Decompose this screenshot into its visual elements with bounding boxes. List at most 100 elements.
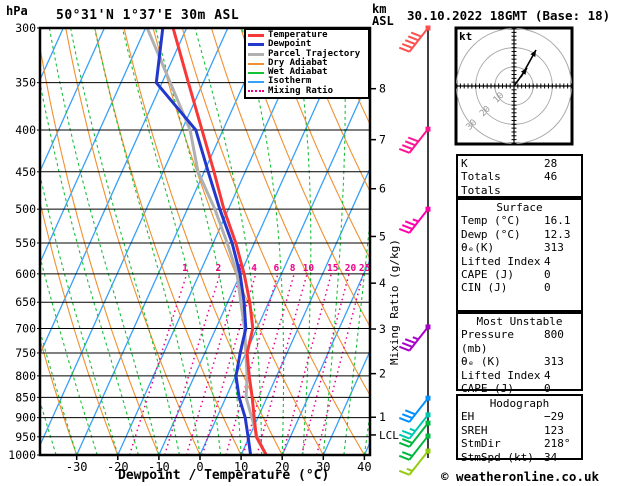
wind-barb-feather bbox=[401, 438, 413, 444]
wind-barb bbox=[398, 324, 431, 352]
datetime-title: 30.10.2022 18GMT (Base: 18) bbox=[407, 8, 611, 23]
wind-barb-feather bbox=[398, 147, 410, 154]
stat-label: Lifted Index bbox=[461, 254, 541, 268]
surface-row-temp: Temp (°C) 16.1 bbox=[461, 214, 578, 227]
hodograph-stats-panel: Hodograph EH −29 SREH 123 StmDir 218° StmSp… bbox=[456, 394, 583, 464]
stability-indices-panel: K28 Totals Totals46 PW (cm)2.67 bbox=[456, 154, 583, 210]
stat-label: SREH bbox=[461, 423, 488, 437]
mixing-ratio-value-label: 2 bbox=[216, 263, 222, 274]
pressure-tick-label: 900 bbox=[15, 411, 36, 425]
most-unstable-title: Most Unstable bbox=[476, 315, 563, 328]
dry-adiabat-line bbox=[40, 337, 78, 455]
wet-adiabat-line bbox=[90, 28, 201, 455]
km-tick-label: 8 bbox=[379, 82, 386, 96]
wind-barb-feather bbox=[398, 433, 410, 440]
stat-value: 4 bbox=[544, 368, 551, 382]
wind-barb-feather bbox=[407, 136, 419, 143]
surface-panel-title: Surface bbox=[496, 201, 543, 214]
mixing-ratio-value-label: 8 bbox=[290, 263, 296, 274]
lcl-label: LCL bbox=[379, 429, 399, 442]
stat-value: 0 bbox=[544, 281, 551, 295]
wind-barb-feather bbox=[401, 144, 413, 150]
surface-row-cape: CAPE (J) 0 bbox=[461, 268, 578, 281]
wind-barb-feather bbox=[410, 31, 422, 38]
mixing-ratio-axis-title: Mixing Ratio (g/kg) bbox=[388, 239, 401, 365]
wind-barb-feather bbox=[398, 227, 410, 234]
surface-row-li: Lifted Index 4 bbox=[461, 255, 578, 268]
wind-barb-feather bbox=[398, 46, 410, 53]
stat-value: 28 bbox=[544, 157, 558, 170]
km-tick-label: 6 bbox=[379, 182, 386, 196]
pressure-tick-label: 350 bbox=[15, 76, 36, 90]
stat-value: 123 bbox=[544, 423, 564, 437]
asl-axis-unit: ASL bbox=[372, 14, 394, 28]
wind-barb-feather bbox=[401, 413, 413, 420]
most-unstable-panel: Most Unstable Pressure (mb) 800 θₑ (K) 313… bbox=[456, 312, 583, 408]
stat-label: θₑ(K) bbox=[461, 241, 495, 255]
surface-row-dewp: Dewp (°C) 12.3 bbox=[461, 228, 578, 241]
wind-barb-feather bbox=[401, 224, 413, 231]
pressure-tick-label: 400 bbox=[15, 123, 36, 137]
pressure-tick-label: 700 bbox=[15, 322, 36, 336]
hodo-row-stmspd: StmSpd (kt) 34 bbox=[461, 451, 578, 464]
hodo-row-stmdir: StmDir 218° bbox=[461, 437, 578, 450]
wind-barb-feather bbox=[404, 39, 416, 46]
wet-adiabat-line bbox=[40, 80, 139, 455]
wind-barb-feather bbox=[404, 338, 416, 345]
hodograph-stats-title: Hodograph bbox=[489, 397, 550, 410]
stat-label: Totals Totals bbox=[461, 170, 501, 197]
mixing-ratio-line-swatch bbox=[248, 90, 264, 93]
stat-value: 4 bbox=[544, 254, 551, 268]
pressure-tick-label: 800 bbox=[15, 369, 36, 383]
stat-value: 313 bbox=[544, 355, 564, 369]
wind-barb-feather bbox=[398, 441, 410, 448]
stat-value: 16.1 bbox=[544, 214, 571, 228]
mixing-ratio-value-label: 20 bbox=[345, 263, 357, 274]
wet-adiabat-line bbox=[45, 28, 160, 455]
pressure-unit-label: hPa bbox=[6, 4, 28, 18]
isotherm-line-swatch bbox=[248, 81, 264, 84]
stat-label: Temp (°C) bbox=[461, 214, 521, 228]
hodograph: 102030 bbox=[454, 26, 574, 146]
mu-row-li: Lifted Index 4 bbox=[461, 369, 578, 382]
wind-barb-feather bbox=[407, 35, 419, 42]
stat-row-totals: Totals Totals 46 bbox=[461, 170, 578, 197]
parcel-line-swatch bbox=[248, 52, 264, 56]
km-tick-label: 1 bbox=[379, 410, 386, 424]
km-tick-label: 7 bbox=[379, 133, 386, 147]
stat-value: −29 bbox=[544, 410, 564, 424]
legend-item-mixing-ratio: Mixing Ratio bbox=[248, 85, 366, 96]
mixing-ratio-value-label: 10 bbox=[303, 263, 315, 274]
km-tick-label: 3 bbox=[379, 322, 386, 336]
mixing-ratio-line bbox=[281, 273, 333, 455]
x-axis-title: Dewpoint / Temperature (°C) bbox=[118, 468, 330, 483]
dry-adiabat-line bbox=[590, 28, 629, 455]
wind-barb-feather bbox=[404, 140, 416, 147]
wind-barb-feather bbox=[398, 417, 410, 423]
pressure-tick-label: 650 bbox=[15, 295, 36, 309]
hodo-row-sreh: SREH 123 bbox=[461, 424, 578, 437]
pressure-tick-label: 450 bbox=[15, 165, 36, 179]
dry-adiabat-line-swatch bbox=[248, 62, 264, 65]
wet-adiabat-line bbox=[40, 329, 78, 455]
skewt-sounding-page: 1 2 3 4 6 8 10 15 20 25 300 350 400 450 500 550 600 650 70… bbox=[0, 0, 629, 486]
stat-value: 12.3 bbox=[544, 227, 571, 241]
wind-barb-feather bbox=[398, 469, 410, 476]
hodo-row-eh: EH −29 bbox=[461, 410, 578, 423]
pressure-tick-label: 1000 bbox=[8, 448, 36, 462]
wind-barb-feather bbox=[401, 429, 413, 436]
legend-label: Mixing Ratio bbox=[268, 85, 334, 96]
wind-barb-feather bbox=[401, 451, 413, 457]
mu-row-pressure: Pressure (mb) 800 bbox=[461, 328, 578, 355]
temperature-tick-label: -30 bbox=[66, 460, 88, 474]
stat-label: Dewp (°C) bbox=[461, 227, 521, 241]
pressure-tick-label: 750 bbox=[15, 346, 36, 360]
km-tick-label: 4 bbox=[379, 276, 386, 290]
wind-barb-feather bbox=[401, 341, 413, 348]
wind-barb-half-feather bbox=[409, 427, 416, 432]
wind-barb-half-feather bbox=[406, 467, 413, 472]
hodograph-unit-label: kt bbox=[459, 30, 473, 43]
stat-label: CIN (J) bbox=[461, 281, 508, 295]
wind-barb-feather bbox=[404, 220, 416, 227]
stat-value: 218° bbox=[544, 437, 571, 451]
